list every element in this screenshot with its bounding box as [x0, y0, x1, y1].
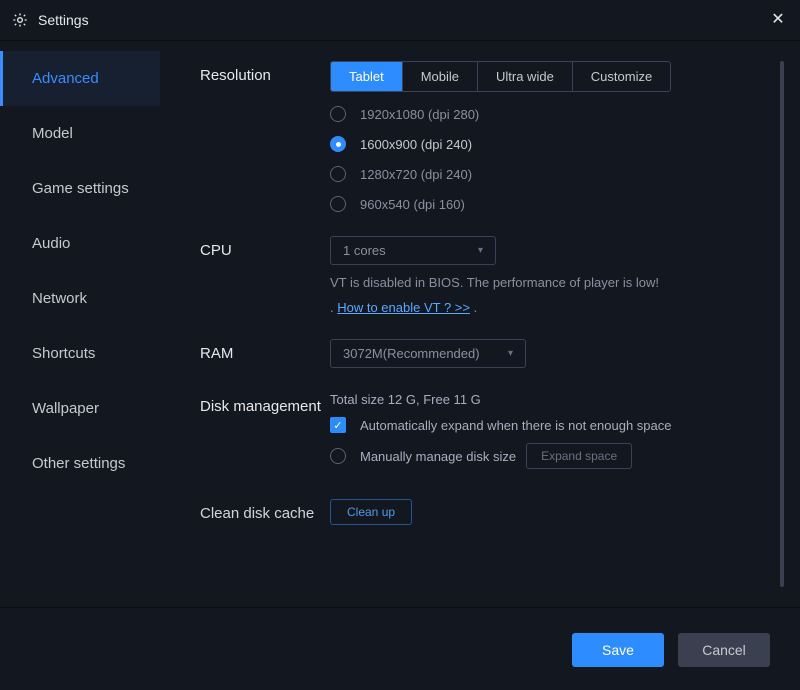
sidebar: AdvancedModelGame settingsAudioNetworkSh…: [0, 41, 160, 607]
resolution-option-label: 1920x1080 (dpi 280): [360, 107, 479, 122]
sidebar-item-advanced[interactable]: Advanced: [0, 51, 160, 106]
save-button[interactable]: Save: [572, 633, 664, 667]
footer: Save Cancel: [0, 608, 800, 690]
sidebar-item-wallpaper[interactable]: Wallpaper: [0, 381, 160, 436]
sidebar-item-other-settings[interactable]: Other settings: [0, 436, 160, 491]
resolution-option[interactable]: 960x540 (dpi 160): [330, 196, 760, 212]
disk-auto-option[interactable]: ✓ Automatically expand when there is not…: [330, 417, 760, 433]
cpu-warning: VT is disabled in BIOS. The performance …: [330, 275, 760, 290]
chevron-down-icon: ▾: [478, 245, 483, 256]
cpu-dropdown[interactable]: 1 cores ▾: [330, 236, 496, 265]
ram-label: RAM: [200, 339, 330, 362]
tab-ultra-wide[interactable]: Ultra wide: [478, 62, 573, 91]
resolution-option[interactable]: 1920x1080 (dpi 280): [330, 106, 760, 122]
disk-info: Total size 12 G, Free 11 G: [330, 392, 760, 407]
cancel-button[interactable]: Cancel: [678, 633, 770, 667]
disk-label: Disk management: [200, 392, 330, 415]
disk-manual-label: Manually manage disk size: [360, 449, 516, 464]
radio-icon: [330, 136, 346, 152]
sidebar-item-network[interactable]: Network: [0, 271, 160, 326]
radio-icon: [330, 106, 346, 122]
resolution-option[interactable]: 1600x900 (dpi 240): [330, 136, 760, 152]
cpu-value: 1 cores: [343, 243, 386, 258]
tab-customize[interactable]: Customize: [573, 62, 670, 91]
resolution-option[interactable]: 1280x720 (dpi 240): [330, 166, 760, 182]
resolution-label: Resolution: [200, 61, 330, 84]
sidebar-item-shortcuts[interactable]: Shortcuts: [0, 326, 160, 381]
tab-mobile[interactable]: Mobile: [403, 62, 478, 91]
resolution-option-label: 1600x900 (dpi 240): [360, 137, 472, 152]
expand-space-button[interactable]: Expand space: [526, 443, 632, 469]
chevron-down-icon: ▾: [508, 348, 513, 359]
radio-icon: [330, 196, 346, 212]
gear-icon: [12, 12, 28, 28]
cpu-label: CPU: [200, 236, 330, 259]
clean-label: Clean disk cache: [200, 499, 330, 522]
radio-icon: [330, 448, 346, 464]
resolution-option-label: 1280x720 (dpi 240): [360, 167, 472, 182]
tab-tablet[interactable]: Tablet: [331, 62, 403, 91]
window-title: Settings: [38, 12, 768, 28]
resolution-option-label: 960x540 (dpi 160): [360, 197, 465, 212]
radio-icon: [330, 166, 346, 182]
ram-dropdown[interactable]: 3072M(Recommended) ▾: [330, 339, 526, 368]
main-panel: Resolution TabletMobileUltra wideCustomi…: [160, 41, 800, 607]
vt-help-link[interactable]: How to enable VT ? >>: [337, 300, 470, 315]
disk-manual-option[interactable]: Manually manage disk size Expand space: [330, 443, 760, 469]
clean-up-button[interactable]: Clean up: [330, 499, 412, 525]
sidebar-item-model[interactable]: Model: [0, 106, 160, 161]
close-icon[interactable]: ✕: [768, 10, 788, 30]
disk-auto-label: Automatically expand when there is not e…: [360, 418, 671, 433]
sidebar-item-game-settings[interactable]: Game settings: [0, 161, 160, 216]
scrollbar[interactable]: [780, 61, 784, 587]
ram-value: 3072M(Recommended): [343, 346, 480, 361]
resolution-tabs: TabletMobileUltra wideCustomize: [330, 61, 671, 92]
sidebar-item-audio[interactable]: Audio: [0, 216, 160, 271]
titlebar: Settings ✕: [0, 0, 800, 41]
checkbox-icon: ✓: [330, 417, 346, 433]
